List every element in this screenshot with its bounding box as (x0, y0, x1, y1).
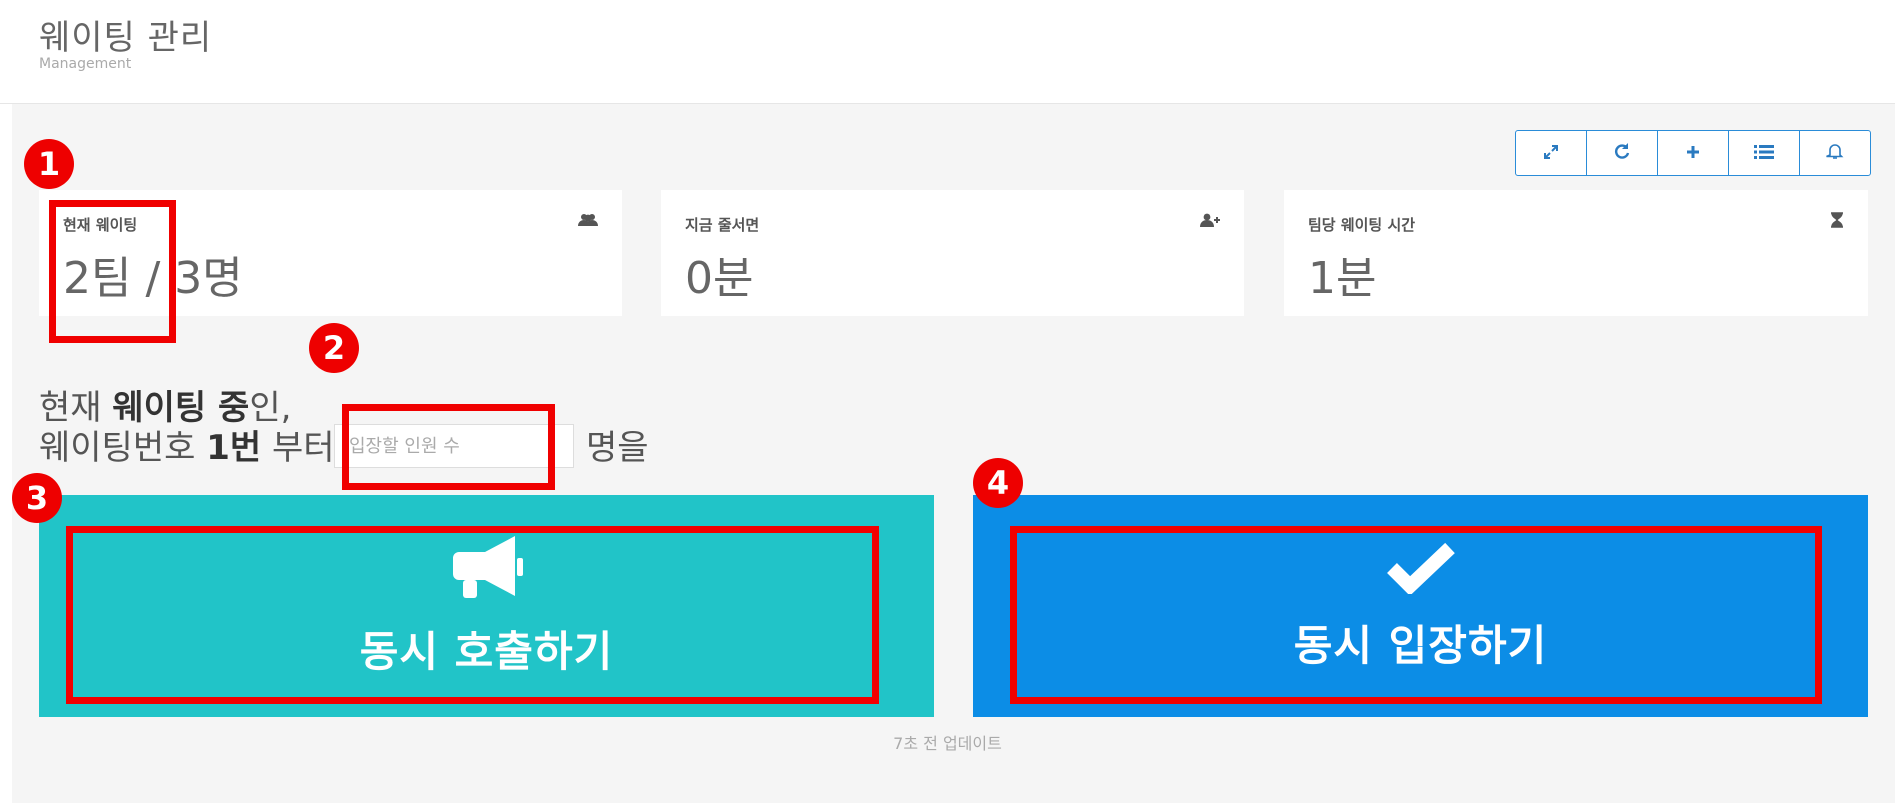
notification-button[interactable] (1800, 131, 1870, 175)
prompt-emphasis: 1번 (206, 428, 262, 468)
annotation-badge-1: 1 (24, 139, 74, 189)
call-all-label: 동시 호출하기 (359, 626, 614, 676)
bell-icon (1826, 141, 1844, 165)
stat-card-wait-if-queue-now: 지금 줄서면 0분 (661, 190, 1244, 316)
annotation-badge-4: 4 (973, 458, 1023, 508)
last-updated-text: 7초 전 업데이트 (893, 734, 1002, 753)
refresh-icon (1613, 141, 1631, 165)
megaphone-icon (449, 534, 525, 604)
add-button[interactable] (1658, 131, 1729, 175)
users-icon (578, 212, 598, 231)
annotation-badge-2: 2 (309, 323, 359, 373)
stat-card-current-waiting: 현재 웨이팅 2팀 / 3명 (39, 190, 622, 316)
refresh-button[interactable] (1587, 131, 1658, 175)
stat-value: 0분 (685, 253, 754, 304)
prompt-text: 부터 (261, 428, 335, 468)
call-all-button[interactable]: 동시 호출하기 (39, 495, 934, 717)
list-icon (1754, 141, 1774, 165)
stat-card-wait-per-team: 팀당 웨이팅 시간 1분 (1284, 190, 1868, 316)
prompt-text: 웨이팅번호 (39, 428, 207, 468)
list-button[interactable] (1729, 131, 1800, 175)
stat-label: 팀당 웨이팅 시간 (1308, 216, 1416, 234)
expand-button[interactable] (1516, 131, 1587, 175)
enter-all-label: 동시 입장하기 (1293, 620, 1548, 670)
toolbar (1515, 130, 1871, 176)
prompt-after-input: 명을 (586, 428, 649, 468)
stat-value: 2팀 / 3명 (63, 253, 243, 304)
admit-count-input[interactable] (334, 424, 574, 468)
enter-all-button[interactable]: 동시 입장하기 (973, 495, 1868, 717)
stat-label: 현재 웨이팅 (63, 216, 138, 234)
expand-icon (1543, 141, 1559, 165)
prompt-line-2: 웨이팅번호 1번 부터 (39, 420, 335, 469)
stat-value: 1분 (1308, 253, 1377, 304)
stat-label: 지금 줄서면 (685, 216, 760, 234)
check-icon (1386, 540, 1456, 598)
page-header: 웨이팅 관리 Management (0, 0, 1895, 104)
annotation-badge-3: 3 (12, 473, 62, 523)
page-title: 웨이팅 관리 (39, 18, 213, 58)
user-plus-icon (1200, 212, 1220, 231)
page-subtitle: Management (39, 56, 132, 72)
hourglass-icon (1830, 212, 1844, 232)
plus-icon (1685, 141, 1701, 165)
